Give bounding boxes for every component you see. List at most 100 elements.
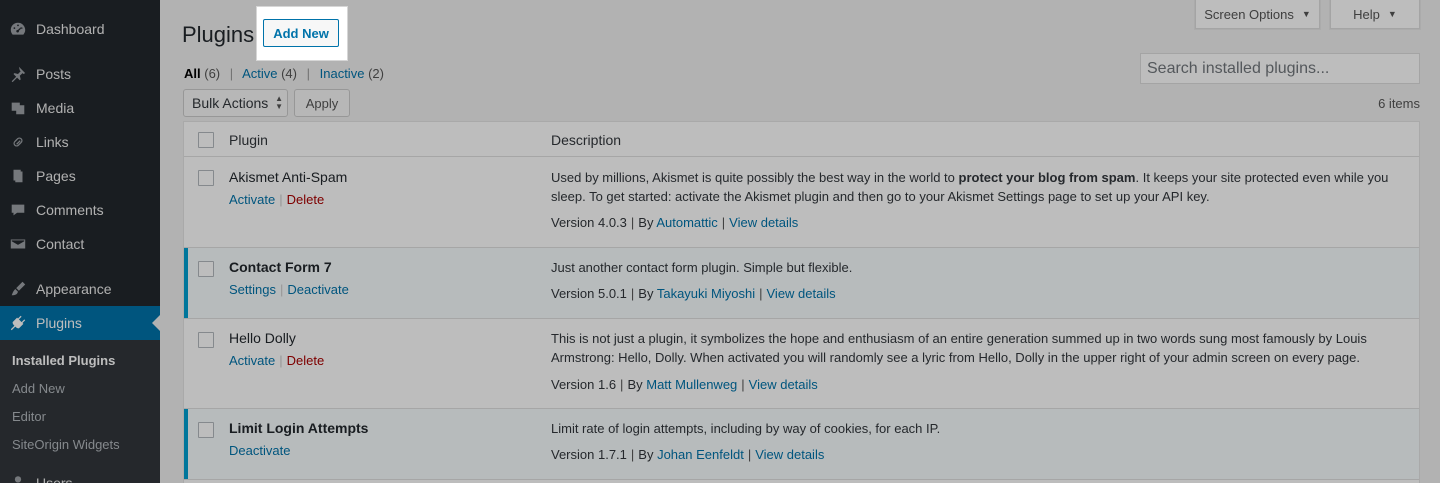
activate-link[interactable]: Activate	[229, 192, 275, 207]
view-details-link[interactable]: View details	[729, 215, 798, 230]
row-checkbox[interactable]	[198, 332, 214, 348]
screen-options-label: Screen Options	[1204, 6, 1294, 22]
plugin-description: Used by millions, Akismet is quite possi…	[551, 170, 1389, 204]
menu-users[interactable]: Users	[0, 466, 160, 483]
row-checkbox[interactable]	[198, 170, 214, 186]
add-new-button[interactable]: Add New	[263, 19, 339, 47]
author-link[interactable]: Takayuki Miyoshi	[657, 286, 755, 301]
author-link[interactable]: Matt Mullenweg	[646, 377, 737, 392]
item-count: 6 items	[1378, 96, 1420, 111]
help-button[interactable]: Help ▼	[1330, 0, 1420, 29]
plugin-icon	[0, 314, 36, 332]
menu-links[interactable]: Links	[0, 125, 160, 159]
settings-link[interactable]: Settings	[229, 282, 276, 297]
menu-label: Plugins	[36, 315, 82, 331]
menu-label: Users	[36, 475, 73, 483]
menu-plugins[interactable]: Plugins	[0, 306, 160, 340]
bulk-actions-label: Bulk Actions	[192, 95, 269, 111]
table-header: Plugin Description	[184, 122, 1419, 157]
plugin-name: Hello Dolly	[229, 330, 296, 346]
page-title: Plugins	[182, 22, 255, 47]
submenu-editor[interactable]: Editor	[0, 403, 160, 431]
user-icon	[0, 474, 36, 483]
admin-sidebar: Dashboard Posts Media Links Pages Commen…	[0, 0, 160, 483]
delete-link[interactable]: Delete	[287, 353, 325, 368]
activate-link[interactable]: Activate	[229, 353, 275, 368]
row-checkbox[interactable]	[198, 261, 214, 277]
filter-all[interactable]: All	[184, 66, 201, 81]
table-row: Hello Dolly Activate | Delete This is not …	[184, 319, 1419, 409]
caret-down-icon: ▼	[1301, 9, 1311, 19]
row-checkbox[interactable]	[198, 422, 214, 438]
table-row: Akismet Anti-Spam Activate | Delete Used b…	[184, 158, 1419, 248]
apply-button[interactable]: Apply	[294, 89, 350, 117]
author-link[interactable]: Johan Eenfeldt	[657, 447, 744, 462]
separator: |	[229, 66, 234, 81]
row-actions: Settings | Deactivate	[229, 282, 349, 297]
plugin-description: Limit rate of login attempts, including …	[551, 421, 941, 436]
plugins-submenu: Installed Plugins Add New Editor SiteOri…	[0, 340, 160, 483]
screen-options-button[interactable]: Screen Options ▼	[1195, 0, 1320, 29]
help-label: Help	[1353, 6, 1380, 22]
menu-label: Comments	[36, 202, 104, 218]
dashboard-icon	[0, 20, 36, 38]
menu-contact[interactable]: Contact	[0, 227, 160, 261]
filter-all-count: (6)	[204, 66, 221, 81]
column-plugin[interactable]: Plugin	[229, 132, 268, 148]
menu-label: Contact	[36, 236, 85, 252]
bulk-actions-select[interactable]: Bulk Actions ▲ ▼	[183, 89, 288, 117]
menu-label: Appearance	[36, 281, 112, 297]
plugin-name: Akismet Anti-Spam	[229, 169, 348, 185]
submenu-add-new[interactable]: Add New	[0, 375, 160, 403]
filter-active[interactable]: Active	[242, 66, 277, 81]
plugin-meta: Version 5.0.1 | By Takayuki Miyoshi | View d…	[551, 286, 836, 301]
delete-link[interactable]: Delete	[287, 192, 325, 207]
search-plugins-input[interactable]	[1140, 53, 1420, 84]
author-link[interactable]: Automattic	[656, 215, 717, 230]
submenu-siteorigin-widgets[interactable]: SiteOrigin Widgets	[0, 431, 160, 459]
media-icon	[0, 99, 36, 117]
view-details-link[interactable]: View details	[767, 286, 836, 301]
row-actions: Deactivate	[229, 443, 290, 458]
mail-icon	[0, 235, 36, 253]
filter-inactive[interactable]: Inactive	[320, 66, 365, 81]
menu-label: Pages	[36, 168, 76, 184]
pages-icon	[0, 167, 36, 185]
menu-media[interactable]: Media	[0, 91, 160, 125]
menu-posts[interactable]: Posts	[0, 57, 160, 91]
deactivate-link[interactable]: Deactivate	[229, 443, 290, 458]
plugin-meta: Version 4.0.3 | By Automattic | View details	[551, 215, 799, 230]
add-new-spotlight: Add New	[256, 6, 348, 61]
comment-icon	[0, 201, 36, 219]
row-actions: Activate | Delete	[229, 353, 325, 368]
view-details-link[interactable]: View details	[755, 447, 824, 462]
menu-label: Dashboard	[36, 21, 105, 37]
menu-label: Links	[36, 134, 69, 150]
deactivate-link[interactable]: Deactivate	[287, 282, 348, 297]
column-description: Description	[551, 132, 622, 148]
table-row: Contact Form 7 Settings | Deactivate Just …	[184, 248, 1419, 319]
menu-comments[interactable]: Comments	[0, 193, 160, 227]
plugin-description: This is not just a plugin, it symbolizes…	[551, 331, 1367, 365]
pin-icon	[0, 65, 36, 83]
plugin-name: Limit Login Attempts	[229, 420, 369, 436]
submenu-installed-plugins[interactable]: Installed Plugins	[0, 347, 160, 375]
plugin-meta: Version 1.6 | By Matt Mullenweg | View detai…	[551, 377, 818, 392]
menu-dashboard[interactable]: Dashboard	[0, 12, 160, 46]
table-row: Limit Login Attempts Deactivate Limit ra…	[184, 409, 1419, 480]
plugin-name: Contact Form 7	[229, 259, 332, 275]
menu-appearance[interactable]: Appearance	[0, 272, 160, 306]
main-content: Screen Options ▼ Help ▼ Plugins All (6) …	[160, 0, 1440, 483]
filter-inactive-count: (2)	[368, 66, 384, 81]
menu-label: Posts	[36, 66, 72, 82]
menu-pages[interactable]: Pages	[0, 159, 160, 193]
caret-down-icon: ▼	[1387, 9, 1397, 19]
select-all-checkbox[interactable]	[198, 132, 214, 148]
select-arrows-icon: ▲ ▼	[275, 94, 283, 111]
plugins-table: Plugin Description Akismet Anti-Spam Act…	[183, 121, 1420, 483]
filter-active-count: (4)	[281, 66, 297, 81]
plugin-meta: Version 1.7.1 | By Johan Eenfeldt | View det…	[551, 447, 825, 462]
link-icon	[0, 133, 36, 151]
view-details-link[interactable]: View details	[749, 377, 818, 392]
separator: |	[306, 66, 310, 81]
